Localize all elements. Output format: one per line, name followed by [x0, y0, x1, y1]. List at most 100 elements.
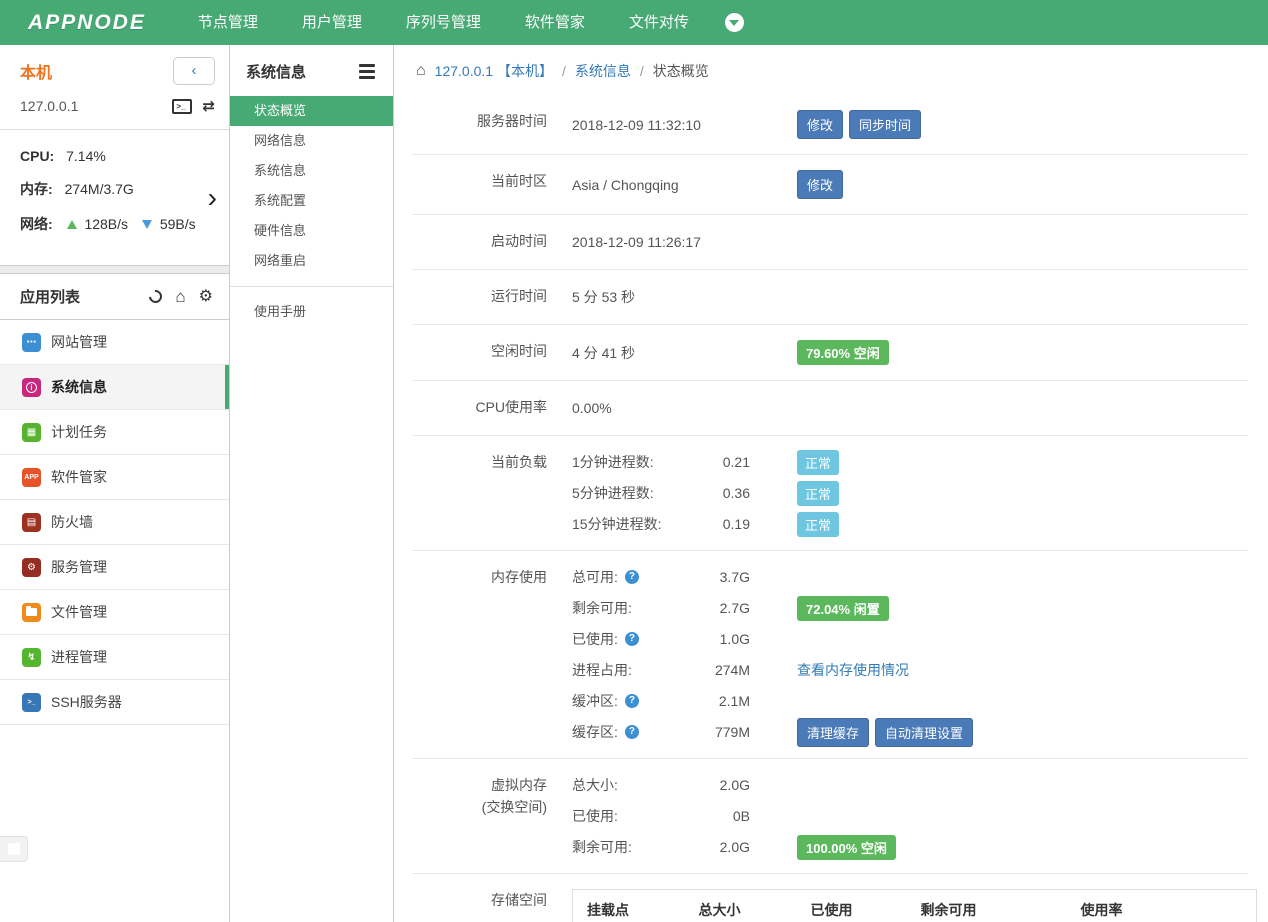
load-1min-value: 0.21	[702, 454, 750, 470]
swap-free: 剩余可用: 2.0G 100.00% 空闲	[572, 836, 1238, 858]
home-icon[interactable]: ⌂	[416, 63, 426, 79]
machine-stats: CPU: 7.14% 内存: 274M/3.7G 网络: 128B/s 59B/…	[0, 129, 229, 265]
ssh-icon: >_	[22, 693, 41, 712]
app-item-label: 进程管理	[51, 647, 107, 667]
network-stat: 网络: 128B/s 59B/s	[20, 214, 215, 234]
sync-time-button[interactable]: 同步时间	[849, 110, 921, 139]
main-content: ⌂ 127.0.0.1 【本机】 / 系统信息 / 状态概览 服务器时间 201…	[394, 45, 1268, 922]
memory-label: 内存:	[20, 181, 53, 197]
submenu-item-status-overview[interactable]: 状态概览	[230, 96, 393, 126]
nav-item-software-manager[interactable]: 软件管家	[503, 0, 607, 45]
system-info-submenu: 系统信息 状态概览 网络信息 系统信息 系统配置 硬件信息 网络重启 使用手册	[230, 45, 394, 922]
home-icon[interactable]: ⌂	[175, 288, 185, 305]
row-server-time: 服务器时间 2018-12-09 11:32:10 修改 同步时间	[412, 95, 1248, 155]
swap-free-label: 剩余可用:	[572, 837, 632, 857]
help-icon[interactable]: ?	[625, 570, 639, 584]
memory-cached-label: 缓存区:	[572, 722, 618, 742]
row-label: 运行时间	[412, 285, 547, 307]
server-time-value: 2018-12-09 11:32:10	[572, 113, 797, 137]
swap-used-label: 已使用:	[572, 806, 618, 826]
floating-side-widget[interactable]	[0, 836, 28, 862]
left-sidebar: 本机 ‹ 127.0.0.1 >_ ⇄ CPU: 7.14% 内存:	[0, 45, 230, 922]
expand-stats-chevron-icon[interactable]: ›	[208, 184, 217, 212]
memory-used: 已使用:? 1.0G	[572, 628, 1238, 650]
submenu-item-system-info[interactable]: 系统信息	[230, 156, 393, 186]
nav-item-node-management[interactable]: 节点管理	[176, 0, 280, 45]
row-idle-time: 空闲时间 4 分 41 秒 79.60% 空闲	[412, 325, 1248, 381]
sidebar-item-process-management[interactable]: ↯ 进程管理	[0, 635, 229, 680]
sidebar-item-firewall[interactable]: ▤ 防火墙	[0, 500, 229, 545]
sidebar-item-website-management[interactable]: ⋯ 网站管理	[0, 320, 229, 365]
status-badge: 正常	[797, 512, 839, 537]
app-item-label: 文件管理	[51, 602, 107, 622]
help-icon[interactable]: ?	[625, 632, 639, 646]
schedule-icon: ▦	[22, 423, 41, 442]
load-5min-value: 0.36	[702, 485, 750, 501]
submenu-item-user-manual[interactable]: 使用手册	[230, 297, 393, 327]
nav-item-user-management[interactable]: 用户管理	[280, 0, 384, 45]
row-label: 服务器时间	[412, 110, 547, 132]
app-item-label: 网站管理	[51, 332, 107, 352]
breadcrumb-section-link[interactable]: 系统信息	[575, 61, 631, 81]
app-list: ⋯ 网站管理 i 系统信息 ▦ 计划任务 APP 软件管家 ▤ 防火墙 ⚙ 服务…	[0, 320, 229, 725]
nav-item-serial-management[interactable]: 序列号管理	[384, 0, 503, 45]
row-label: 空闲时间	[412, 340, 547, 362]
memory-value: 274M/3.7G	[65, 181, 134, 197]
load-15min-value: 0.19	[702, 516, 750, 532]
breadcrumb-current-page: 状态概览	[653, 61, 709, 81]
sidebar-item-file-management[interactable]: 文件管理	[0, 590, 229, 635]
clear-cache-button[interactable]: 清理缓存	[797, 718, 869, 747]
app-item-label: 软件管家	[51, 467, 107, 487]
appnode-logo: APPNODE	[0, 11, 176, 35]
submenu-item-network-restart[interactable]: 网络重启	[230, 246, 393, 276]
software-icon: APP	[22, 468, 41, 487]
col-free: 剩余可用	[907, 890, 1067, 922]
submenu-item-network-info[interactable]: 网络信息	[230, 126, 393, 156]
menu-icon[interactable]	[359, 64, 375, 79]
row-memory: 内存使用 总可用:? 3.7G 剩余可用: 2.7G 72.04% 闲置 已使用…	[412, 551, 1248, 759]
timezone-value: Asia / Chongqing	[572, 173, 797, 197]
memory-process-value: 274M	[702, 662, 750, 678]
memory-free-label: 剩余可用:	[572, 598, 632, 618]
help-icon[interactable]: ?	[625, 694, 639, 708]
cpu-value: 7.14%	[66, 148, 106, 164]
breadcrumb-host-link[interactable]: 127.0.0.1 【本机】	[435, 61, 553, 81]
upload-arrow-icon	[67, 220, 77, 229]
download-arrow-icon	[142, 220, 152, 229]
row-label: 存储空间	[412, 889, 547, 911]
submenu-item-system-config[interactable]: 系统配置	[230, 186, 393, 216]
col-total-size: 总大小	[685, 890, 797, 922]
submenu-item-hardware-info[interactable]: 硬件信息	[230, 216, 393, 246]
load-15min-label: 15分钟进程数:	[572, 514, 702, 534]
chevron-down-icon[interactable]	[725, 13, 744, 32]
memory-idle-badge: 72.04% 闲置	[797, 596, 889, 621]
storage-table: 挂载点 总大小 已使用 剩余可用 使用率 / 17G 1.5G	[572, 889, 1257, 922]
memory-process: 进程占用: 274M 查看内存使用情况	[572, 659, 1238, 681]
load-1min: 1分钟进程数: 0.21 正常	[572, 451, 1238, 473]
uptime-value: 5 分 53 秒	[572, 285, 797, 309]
memory-used-value: 1.0G	[702, 631, 750, 647]
sidebar-item-service-management[interactable]: ⚙ 服务管理	[0, 545, 229, 590]
gear-icon[interactable]: ⚙	[199, 289, 213, 305]
collapse-sidebar-button[interactable]: ‹	[173, 57, 215, 85]
modify-timezone-button[interactable]: 修改	[797, 170, 843, 199]
sidebar-item-scheduled-tasks[interactable]: ▦ 计划任务	[0, 410, 229, 455]
terminal-icon[interactable]: >_	[172, 99, 192, 114]
view-memory-usage-link[interactable]: 查看内存使用情况	[797, 660, 909, 680]
col-mount-point: 挂载点	[573, 890, 685, 922]
machine-name: 本机	[20, 59, 52, 83]
sidebar-item-software-manager[interactable]: APP 软件管家	[0, 455, 229, 500]
refresh-icon[interactable]	[147, 287, 165, 305]
row-label: CPU使用率	[412, 396, 547, 418]
col-used: 已使用	[797, 890, 907, 922]
modify-time-button[interactable]: 修改	[797, 110, 843, 139]
transfer-icon[interactable]: ⇄	[202, 97, 215, 115]
sidebar-item-system-info[interactable]: i 系统信息	[0, 365, 229, 410]
sidebar-item-ssh-server[interactable]: >_ SSH服务器	[0, 680, 229, 725]
nav-item-file-transfer[interactable]: 文件对传	[607, 0, 711, 45]
load-15min: 15分钟进程数: 0.19 正常	[572, 513, 1238, 535]
network-up-value: 128B/s	[84, 216, 128, 232]
auto-clean-settings-button[interactable]: 自动清理设置	[875, 718, 973, 747]
memory-free: 剩余可用: 2.7G 72.04% 闲置	[572, 597, 1238, 619]
help-icon[interactable]: ?	[625, 725, 639, 739]
